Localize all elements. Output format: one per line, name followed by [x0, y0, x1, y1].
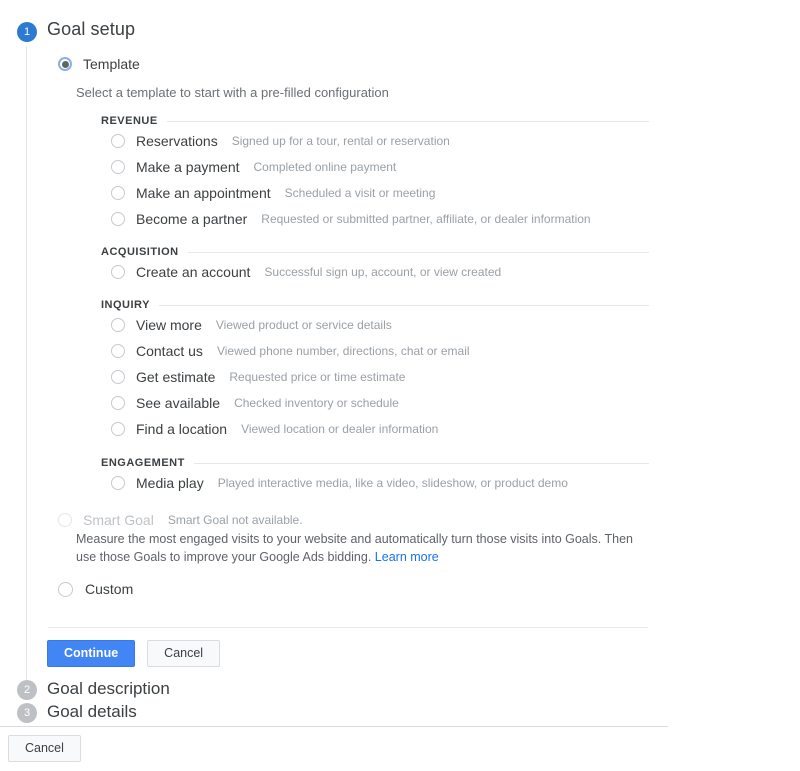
template-option[interactable]: Make an appointment Scheduled a visit or…	[111, 180, 649, 206]
option-description: Viewed product or service details	[215, 318, 392, 332]
option-description: Played interactive media, like a video, …	[217, 476, 568, 490]
template-option[interactable]: Find a location Viewed location or deale…	[111, 416, 649, 442]
template-option[interactable]: Reservations Signed up for a tour, renta…	[111, 128, 649, 154]
goal-type-smart-goal: Smart Goal Smart Goal not available.	[58, 512, 303, 528]
template-option[interactable]: Make a payment Completed online payment	[111, 154, 649, 180]
template-radio[interactable]	[58, 57, 72, 71]
heading-rule	[187, 251, 649, 253]
cancel-button[interactable]: Cancel	[147, 640, 221, 667]
option-radio[interactable]	[111, 396, 125, 410]
option-label: See available	[136, 395, 221, 411]
template-option[interactable]: Contact us Viewed phone number, directio…	[111, 338, 649, 364]
option-label: Find a location	[136, 421, 228, 437]
template-option[interactable]: Get estimate Requested price or time est…	[111, 364, 649, 390]
option-radio[interactable]	[111, 265, 125, 279]
heading-rule	[193, 462, 649, 464]
option-radio[interactable]	[111, 370, 125, 384]
option-description: Viewed phone number, directions, chat or…	[216, 344, 470, 358]
option-radio[interactable]	[111, 344, 125, 358]
stepper-rail	[26, 46, 27, 682]
option-label: Get estimate	[136, 369, 216, 385]
option-radio[interactable]	[111, 422, 125, 436]
option-radio[interactable]	[111, 160, 125, 174]
smart-goal-label: Smart Goal	[83, 512, 154, 528]
option-description: Viewed location or dealer information	[241, 422, 439, 436]
custom-label: Custom	[85, 581, 134, 597]
option-description: Scheduled a visit or meeting	[284, 186, 436, 200]
template-option[interactable]: Media play Played interactive media, lik…	[111, 470, 649, 496]
template-group-inquiry: INQUIRY View more Viewed product or serv…	[101, 298, 649, 442]
step-actions: Continue Cancel	[47, 640, 221, 667]
smart-goal-radio	[58, 513, 72, 527]
option-radio[interactable]	[111, 134, 125, 148]
step-1-badge: 1	[17, 22, 37, 42]
learn-more-link[interactable]: Learn more	[375, 550, 439, 564]
goal-type-custom[interactable]: Custom	[58, 581, 133, 597]
smart-goal-description-text: Measure the most engaged visits to your …	[76, 532, 634, 564]
option-label: Make an appointment	[136, 185, 271, 201]
option-label: Become a partner	[136, 211, 248, 227]
step-2-badge: 2	[17, 680, 37, 700]
page-title: Goal setup	[47, 19, 136, 39]
option-description: Signed up for a tour, rental or reservat…	[231, 134, 450, 148]
goal-setup-page: 1 Goal setup Template Select a template …	[0, 0, 800, 771]
option-label: Reservations	[136, 133, 218, 149]
group-heading-revenue: REVENUE	[101, 114, 649, 128]
template-group-engagement: ENGAGEMENT Media play Played interactive…	[101, 456, 649, 496]
template-option[interactable]: View more Viewed product or service deta…	[111, 312, 649, 338]
template-group-revenue: REVENUE Reservations Signed up for a tou…	[101, 114, 649, 232]
step-3-title[interactable]: Goal details	[47, 702, 137, 722]
option-radio[interactable]	[111, 476, 125, 490]
template-option[interactable]: Create an account Successful sign up, ac…	[111, 259, 649, 285]
footer-actions: Cancel	[8, 735, 81, 762]
template-option[interactable]: Become a partner Requested or submitted …	[111, 206, 649, 232]
option-description: Requested price or time estimate	[229, 370, 406, 384]
option-description: Requested or submitted partner, affiliat…	[261, 212, 591, 226]
custom-radio[interactable]	[58, 581, 73, 597]
option-description: Completed online payment	[253, 160, 397, 174]
section-divider	[48, 627, 648, 628]
group-heading-engagement: ENGAGEMENT	[101, 456, 649, 470]
option-radio[interactable]	[111, 318, 125, 332]
heading-rule	[158, 304, 649, 306]
option-label: Create an account	[136, 264, 251, 280]
step-2-title[interactable]: Goal description	[47, 679, 170, 699]
template-hint: Select a template to start with a pre-fi…	[76, 85, 389, 100]
step-3-badge: 3	[17, 703, 37, 723]
option-radio[interactable]	[111, 186, 125, 200]
template-option[interactable]: See available Checked inventory or sched…	[111, 390, 649, 416]
smart-goal-note: Smart Goal not available.	[167, 513, 303, 527]
template-label: Template	[83, 56, 140, 72]
option-label: View more	[136, 317, 202, 333]
group-heading-inquiry: INQUIRY	[101, 298, 649, 312]
option-label: Media play	[136, 475, 204, 491]
footer-divider	[0, 726, 668, 727]
continue-button[interactable]: Continue	[47, 640, 136, 667]
heading-rule	[166, 120, 649, 122]
template-group-acquisition: ACQUISITION Create an account Successful…	[101, 245, 649, 285]
goal-type-template[interactable]: Template	[58, 56, 140, 72]
option-description: Checked inventory or schedule	[234, 396, 399, 410]
option-label: Make a payment	[136, 159, 240, 175]
smart-goal-description: Measure the most engaged visits to your …	[76, 530, 638, 566]
option-radio[interactable]	[111, 212, 125, 226]
footer-cancel-button[interactable]: Cancel	[8, 735, 81, 762]
option-description: Successful sign up, account, or view cre…	[264, 265, 502, 279]
group-heading-acquisition: ACQUISITION	[101, 245, 649, 259]
option-label: Contact us	[136, 343, 203, 359]
